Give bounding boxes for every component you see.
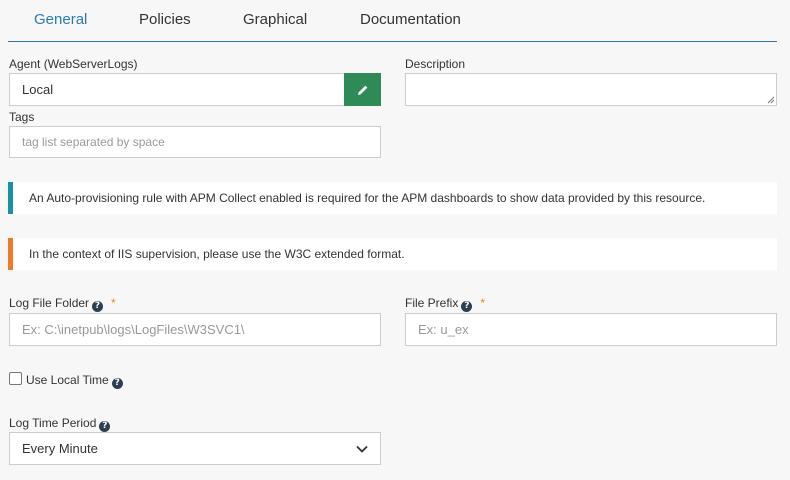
file-prefix-label: File Prefix? * [405,296,485,312]
use-local-time-label-text: Use Local Time [26,373,109,387]
description-textarea[interactable] [405,73,777,106]
tab-general[interactable]: General [34,11,87,28]
tab-policies[interactable]: Policies [139,11,191,28]
log-file-folder-input[interactable]: Ex: C:\inetpub\logs\LogFiles\W3SVC1\ [9,313,381,346]
help-icon[interactable]: ? [92,301,104,312]
tab-graphical[interactable]: Graphical [243,11,307,28]
agent-field[interactable]: Local [9,73,345,106]
use-local-time-checkbox[interactable] [9,372,22,385]
resize-handle-icon[interactable] [767,96,775,104]
tab-documentation[interactable]: Documentation [360,11,461,28]
required-mark: * [111,296,116,310]
log-time-period-value: Every Minute [22,441,98,456]
tags-input[interactable]: tag list separated by space [9,126,381,158]
log-time-period-label-text: Log Time Period [9,416,97,430]
iis-warning-text: In the context of IIS supervision, pleas… [29,247,405,261]
required-mark: * [480,296,486,310]
file-prefix-input[interactable]: Ex: u_ex [405,313,777,346]
chevron-down-icon [356,445,368,453]
pencil-icon [357,85,367,95]
log-time-period-label: Log Time Period? [9,416,111,432]
edit-agent-button[interactable] [344,73,381,106]
file-prefix-label-text: File Prefix [405,296,459,310]
help-icon[interactable]: ? [111,378,123,389]
tab-bar: General Policies Graphical Documentation [8,0,777,42]
description-label: Description [405,57,466,71]
iis-warning-alert: In the context of IIS supervision, pleas… [8,238,777,270]
apm-info-text: An Auto-provisioning rule with APM Colle… [29,191,706,205]
log-time-period-select[interactable]: Every Minute [9,432,381,465]
tags-label: Tags [9,110,35,124]
apm-info-alert: An Auto-provisioning rule with APM Colle… [8,182,777,214]
help-icon[interactable]: ? [99,421,111,432]
log-file-folder-label-text: Log File Folder [9,296,90,310]
help-icon[interactable]: ? [461,301,473,312]
agent-label: Agent (WebServerLogs) [9,57,138,71]
log-file-folder-label: Log File Folder? * [9,296,116,312]
use-local-time-label: Use Local Time? [26,373,123,389]
